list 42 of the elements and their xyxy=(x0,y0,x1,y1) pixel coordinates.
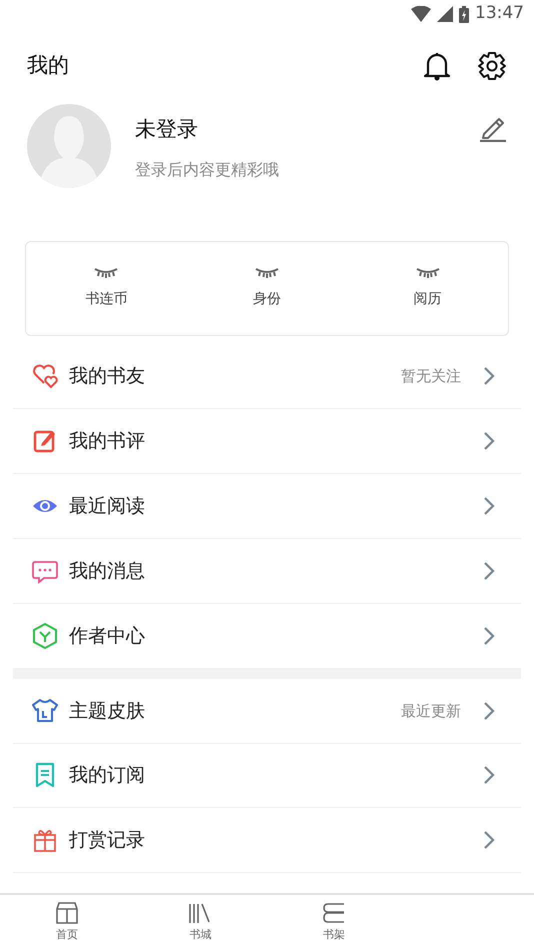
menu-item[interactable]: 我的书评 xyxy=(13,409,521,474)
chevron-right-icon xyxy=(483,765,495,786)
menu-item[interactable]: 最近阅读 xyxy=(13,474,521,539)
hearts-icon xyxy=(32,362,58,390)
menu-item[interactable]: 我的订阅 xyxy=(13,744,521,808)
closed-eye-icon xyxy=(94,267,118,279)
nav-tab[interactable]: 书架 xyxy=(267,895,400,950)
login-hint: 登录后内容更精彩哦 xyxy=(135,158,280,180)
status-time: 13:47 xyxy=(475,2,524,26)
chevron-right-icon xyxy=(483,496,495,516)
chevron-right-icon xyxy=(483,366,495,386)
page-title: 我的 xyxy=(27,52,70,80)
box-icon xyxy=(54,901,79,926)
avatar-placeholder-icon xyxy=(27,104,111,188)
menu-item[interactable]: 我的消息 xyxy=(13,539,521,604)
chevron-right-icon xyxy=(483,700,495,721)
chevron-right-icon xyxy=(483,561,495,581)
chevron-right-icon xyxy=(483,431,495,451)
stat-label[interactable]: 身份 xyxy=(252,289,281,310)
settings-icon[interactable] xyxy=(477,51,507,81)
menu-item[interactable]: 我的书友 暂无关注 xyxy=(13,344,521,409)
notification-bell-icon[interactable] xyxy=(423,51,451,81)
tshirt-icon xyxy=(32,696,58,725)
wifi-icon xyxy=(411,6,431,22)
stat-label[interactable]: 书连币 xyxy=(85,289,128,310)
user-name[interactable]: 未登录 xyxy=(135,114,479,146)
menu-item[interactable]: 打赏记录 xyxy=(13,808,521,872)
battery-icon xyxy=(459,6,469,22)
books-icon xyxy=(188,901,212,926)
signal-icon xyxy=(437,6,453,22)
menu-item-note: 最近更新 xyxy=(401,700,461,722)
stat-label[interactable]: 阅历 xyxy=(414,289,442,310)
menu-item[interactable]: 主题皮肤 最近更新 xyxy=(13,679,521,744)
closed-eye-icon xyxy=(254,267,279,279)
closed-eye-icon xyxy=(416,267,440,279)
menu-item-note: 暂无关注 xyxy=(401,366,461,387)
chevron-right-icon xyxy=(483,830,495,850)
nav-tab[interactable]: 首页 xyxy=(0,895,134,950)
nav-tab[interactable]: 书城 xyxy=(134,895,267,950)
chevron-right-icon xyxy=(483,626,495,646)
hexagon-cube-icon xyxy=(32,622,58,650)
stacked-books-icon xyxy=(322,901,346,926)
